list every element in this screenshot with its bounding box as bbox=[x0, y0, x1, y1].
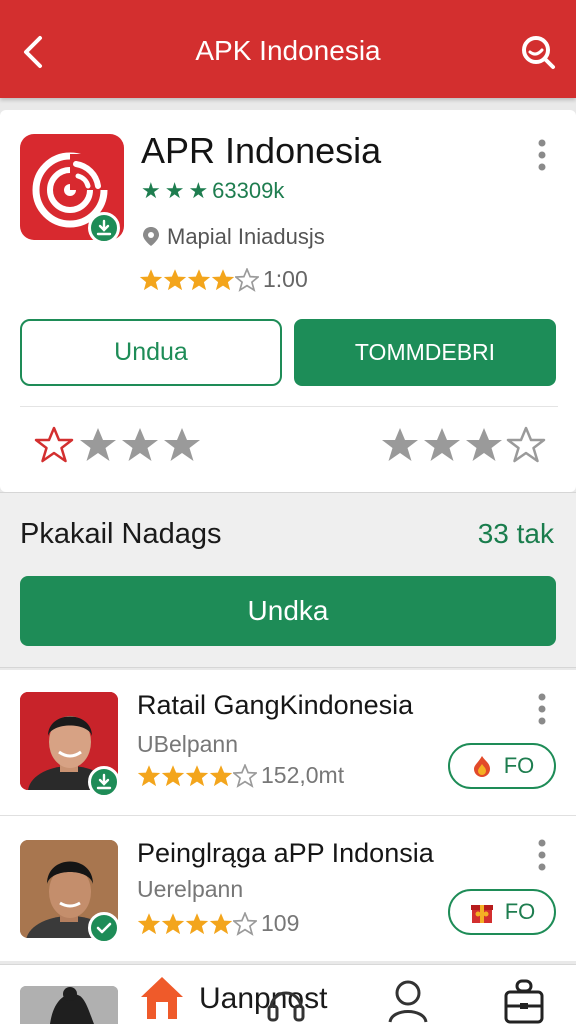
list-item-action-button[interactable]: FO bbox=[448, 743, 556, 789]
star-icon bbox=[233, 911, 257, 936]
star-icon bbox=[161, 912, 185, 934]
star-gray-icon[interactable] bbox=[122, 428, 158, 461]
star-gray-icon[interactable] bbox=[466, 428, 502, 461]
profile-icon[interactable] bbox=[386, 978, 430, 1024]
star-icon bbox=[209, 764, 233, 786]
app-bar-title: APK Indonesia bbox=[195, 35, 381, 66]
list-item-rating-text: 152,0mt bbox=[261, 762, 345, 788]
star-icon bbox=[137, 764, 161, 786]
star-icon bbox=[233, 763, 257, 788]
list-item-title: Peinglrąga aPP Indonsia bbox=[137, 838, 434, 868]
star-icon bbox=[137, 912, 161, 934]
developer-row: Mapial Iniadusjs bbox=[141, 224, 325, 250]
download-button[interactable]: Undua bbox=[20, 319, 282, 386]
app-rating: 1:00 bbox=[139, 266, 308, 293]
download-badge-icon bbox=[88, 212, 120, 244]
rate-stars-right[interactable] bbox=[380, 425, 550, 470]
kebab-icon[interactable] bbox=[532, 138, 552, 172]
list-item-rating: 109 bbox=[137, 910, 299, 937]
star-outline-red-icon[interactable] bbox=[34, 426, 74, 463]
download-badge-icon bbox=[88, 766, 120, 798]
star-gray-icon[interactable] bbox=[164, 428, 200, 461]
headphones-icon[interactable] bbox=[266, 978, 306, 1024]
location-icon bbox=[143, 227, 159, 246]
nav-label[interactable]: Uanpnost bbox=[199, 982, 327, 1016]
star-icon bbox=[185, 764, 209, 786]
section-title: Pkakail Nadags bbox=[20, 518, 222, 550]
rating-stars bbox=[137, 911, 257, 936]
list-item-action-label: FO bbox=[504, 899, 536, 924]
search-icon[interactable] bbox=[518, 32, 558, 72]
gift-box-icon bbox=[470, 905, 493, 923]
green-rating-text: 63309k bbox=[212, 178, 285, 203]
list-item-rating: 152,0mt bbox=[137, 762, 344, 789]
list-item-subtitle: Uerelpann bbox=[137, 876, 244, 902]
star-icon bbox=[139, 268, 163, 290]
divider bbox=[20, 406, 558, 407]
developer-name: Mapial Iniadusjs bbox=[167, 224, 325, 249]
list-item-subtitle: UBelpann bbox=[137, 731, 239, 757]
star-icon bbox=[211, 268, 235, 290]
rating-value: 1:00 bbox=[263, 266, 308, 292]
green-stars-icon: ★★★ bbox=[141, 178, 213, 203]
list-item-action-button[interactable]: FO bbox=[448, 889, 556, 935]
app-bar: APK Indonesia bbox=[0, 0, 576, 98]
rating-stars bbox=[137, 763, 257, 788]
list-item-title: Ratail GangKindonesia bbox=[137, 690, 414, 720]
kebab-icon[interactable] bbox=[532, 838, 552, 872]
star-outline-gray-icon[interactable] bbox=[506, 426, 546, 463]
check-badge-icon bbox=[88, 912, 120, 944]
list-item-action-label: FO bbox=[503, 753, 535, 778]
star-icon bbox=[185, 912, 209, 934]
star-gray-icon[interactable] bbox=[424, 428, 460, 461]
flame-icon bbox=[473, 756, 490, 777]
section-count[interactable]: 33 tak bbox=[478, 518, 554, 550]
star-icon bbox=[235, 267, 259, 292]
section-action-button[interactable]: Undka bbox=[20, 576, 556, 646]
star-icon bbox=[209, 912, 233, 934]
star-icon bbox=[187, 268, 211, 290]
app-name: APR Indonesia bbox=[141, 130, 382, 171]
green-rating: ★★★63309k bbox=[141, 178, 284, 204]
nav-thumbnail[interactable] bbox=[20, 986, 118, 1024]
bag-icon[interactable] bbox=[502, 978, 546, 1024]
install-button[interactable]: TOMMDEBRI bbox=[294, 319, 556, 386]
rate-stars-left[interactable] bbox=[34, 425, 204, 470]
star-gray-icon[interactable] bbox=[382, 428, 418, 461]
rating-stars bbox=[139, 267, 259, 292]
star-icon bbox=[161, 764, 185, 786]
star-gray-icon[interactable] bbox=[80, 428, 116, 461]
list-item-rating-text: 109 bbox=[261, 910, 300, 936]
kebab-icon[interactable] bbox=[532, 692, 552, 726]
home-icon[interactable] bbox=[138, 974, 186, 1022]
star-icon bbox=[163, 268, 187, 290]
